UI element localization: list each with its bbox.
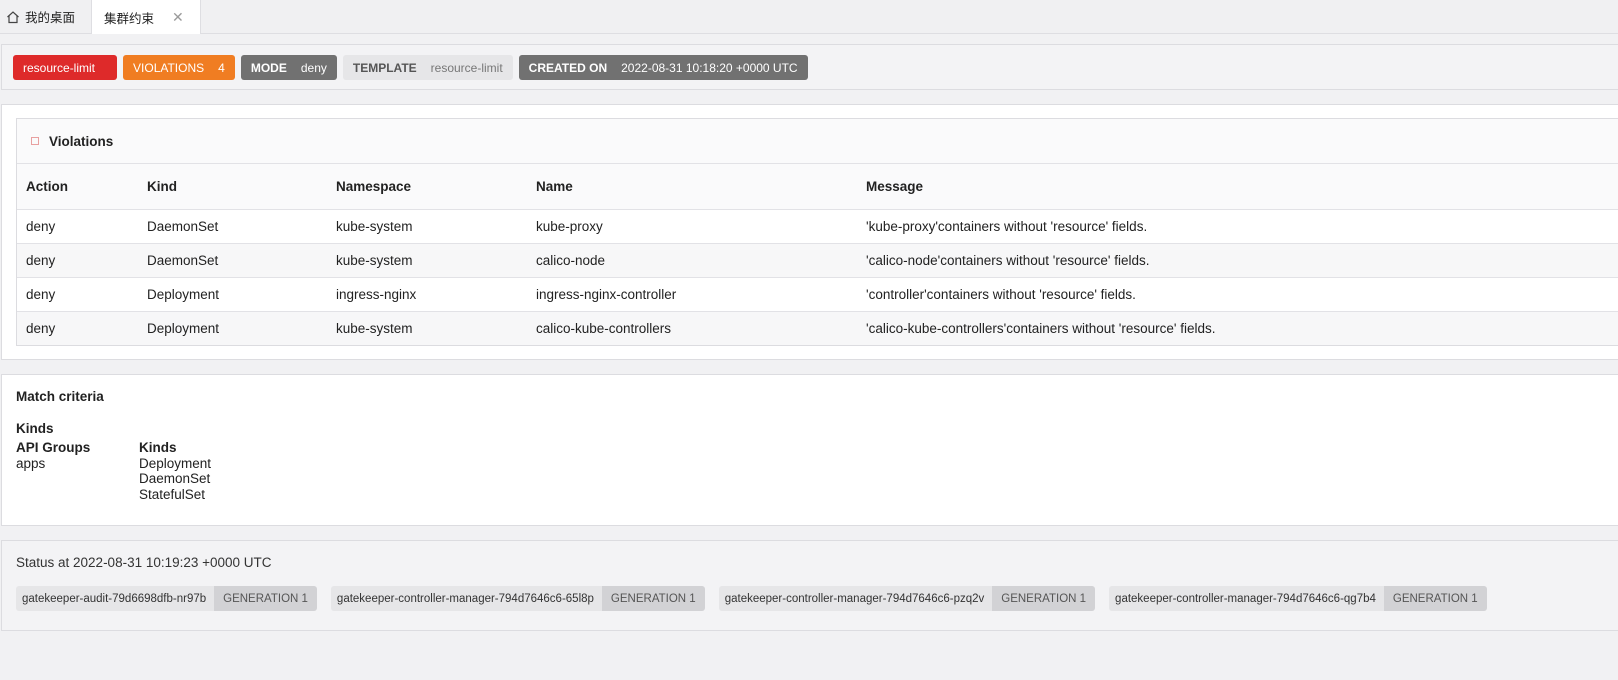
cell-action: deny	[17, 311, 138, 345]
created-label: CREATED ON	[528, 60, 608, 75]
status-panel: Status at 2022-08-31 10:19:23 +0000 UTC …	[1, 540, 1618, 631]
mode-label: MODE	[250, 60, 287, 75]
cell-kind: DaemonSet	[138, 243, 327, 278]
tab-label: 集群约束	[104, 11, 155, 26]
pod-generation: GENERATION 1	[601, 586, 705, 611]
tab-bar: 我的桌面 集群约束 ✕	[0, 0, 1618, 34]
cell-action: deny	[17, 209, 138, 244]
column-header-name: Name	[527, 164, 857, 210]
kinds-column: Kinds Deployment DaemonSet StatefulSet	[139, 440, 211, 502]
table-row: deny DaemonSet kube-system calico-node '…	[17, 243, 1618, 278]
cell-kind: Deployment	[138, 311, 327, 345]
pod-generation: GENERATION 1	[214, 586, 317, 611]
table-header-row: Action Kind Namespace Name Message	[17, 164, 1618, 210]
status-title: Status at 2022-08-31 10:19:23 +0000 UTC	[16, 555, 272, 570]
match-criteria-title: Match criteria	[16, 389, 104, 404]
constraint-name: resource-limit	[23, 60, 96, 75]
column-header-kind: Kind	[138, 164, 327, 210]
pod-name: gatekeeper-controller-manager-794d7646c6…	[718, 586, 993, 611]
cell-kind: Deployment	[138, 277, 327, 312]
column-header-action: Action	[17, 164, 138, 210]
kinds-section-title: Kinds	[16, 421, 54, 436]
table-row: deny DaemonSet kube-system kube-proxy 'k…	[17, 209, 1618, 244]
kind-item: DaemonSet	[139, 471, 211, 486]
api-groups-column: API Groups apps	[16, 440, 139, 502]
home-icon	[7, 10, 19, 23]
match-criteria-panel: Match criteria Kinds API Groups apps Kin…	[1, 374, 1618, 526]
close-icon[interactable]: ✕	[172, 9, 184, 26]
cell-name: ingress-nginx-controller	[527, 277, 857, 312]
column-header-message: Message	[857, 164, 1618, 210]
table-row: deny Deployment ingress-nginx ingress-ng…	[17, 277, 1618, 312]
template-badge[interactable]: TEMPLATE resource-limit	[342, 55, 513, 80]
kinds-label: Kinds	[139, 440, 177, 455]
cell-name: calico-node	[527, 243, 857, 278]
cell-action: deny	[17, 243, 138, 278]
violations-header: Violations	[17, 119, 1618, 164]
table-row: deny Deployment kube-system calico-kube-…	[17, 311, 1618, 345]
violations-title: Violations	[49, 133, 114, 149]
cell-namespace: kube-system	[327, 209, 527, 244]
template-value: resource-limit	[430, 60, 503, 75]
pod-name: gatekeeper-controller-manager-794d7646c6…	[330, 586, 602, 611]
mode-value: deny	[300, 60, 327, 75]
pod-status-list: gatekeeper-audit-79d6698dfb-nr97b GENERA…	[16, 586, 1618, 611]
violations-icon	[31, 137, 39, 145]
violations-panel: Violations Action Kind Namespace Name Me…	[1, 104, 1618, 360]
violations-label: VIOLATIONS	[133, 60, 205, 75]
cell-action: deny	[17, 277, 138, 312]
pod-status-badge: gatekeeper-controller-manager-794d7646c6…	[330, 586, 705, 611]
cell-name: calico-kube-controllers	[527, 311, 857, 345]
column-header-namespace: Namespace	[327, 164, 527, 210]
tab-label: 我的桌面	[25, 11, 76, 25]
cell-namespace: kube-system	[327, 311, 527, 345]
pod-status-badge: gatekeeper-audit-79d6698dfb-nr97b GENERA…	[16, 586, 317, 611]
constraint-name-badge: resource-limit	[13, 55, 118, 80]
pod-status-badge: gatekeeper-controller-manager-794d7646c6…	[718, 586, 1096, 611]
cell-name: kube-proxy	[527, 209, 857, 244]
kind-item: StatefulSet	[139, 486, 206, 502]
cell-namespace: kube-system	[327, 243, 527, 278]
api-group-item: apps	[16, 455, 46, 471]
kinds-grid: API Groups apps Kinds Deployment DaemonS…	[16, 440, 1618, 502]
tab-my-desktop[interactable]: 我的桌面	[0, 0, 91, 33]
cell-message: 'controller'containers without 'resource…	[857, 277, 1618, 312]
pod-generation: GENERATION 1	[992, 586, 1096, 611]
violations-badge: VIOLATIONS 4	[123, 55, 235, 80]
cell-namespace: ingress-nginx	[327, 277, 527, 312]
violations-count: 4	[218, 60, 225, 75]
template-label: TEMPLATE	[352, 60, 417, 75]
created-value: 2022-08-31 10:18:20 +0000 UTC	[621, 60, 798, 75]
constraint-header: resource-limit VIOLATIONS 4 MODE deny TE…	[1, 44, 1618, 90]
cell-kind: DaemonSet	[138, 209, 327, 244]
mode-badge: MODE deny	[240, 55, 337, 80]
api-groups-label: API Groups	[16, 440, 91, 455]
violations-table: Action Kind Namespace Name Message deny …	[17, 164, 1618, 345]
cell-message: 'kube-proxy'containers without 'resource…	[857, 209, 1618, 244]
cell-message: 'calico-node'containers without 'resourc…	[857, 243, 1618, 278]
pod-name: gatekeeper-controller-manager-794d7646c6…	[1109, 586, 1384, 611]
pod-status-badge: gatekeeper-controller-manager-794d7646c6…	[1109, 586, 1487, 611]
violations-card: Violations Action Kind Namespace Name Me…	[16, 118, 1618, 346]
created-on-badge: CREATED ON 2022-08-31 10:18:20 +0000 UTC	[518, 55, 808, 80]
pod-generation: GENERATION 1	[1383, 586, 1487, 611]
pod-name: gatekeeper-audit-79d6698dfb-nr97b	[16, 586, 215, 611]
kind-item: Deployment	[139, 455, 212, 471]
cell-message: 'calico-kube-controllers'containers with…	[857, 311, 1618, 345]
tab-cluster-constraints[interactable]: 集群约束 ✕	[91, 0, 201, 34]
